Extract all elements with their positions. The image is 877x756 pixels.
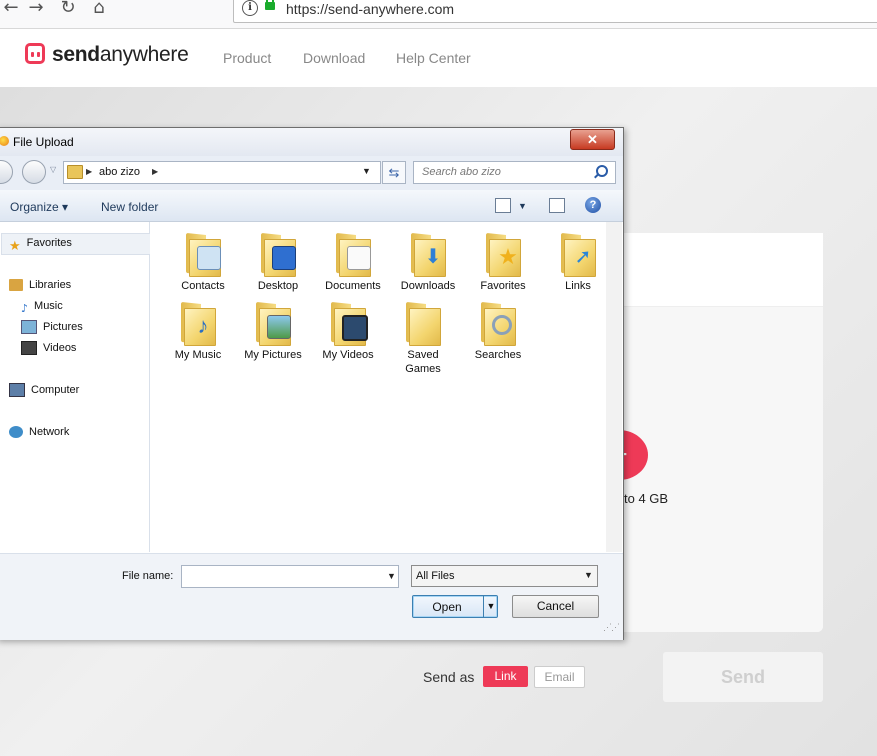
file-name-field[interactable]: ▼ bbox=[181, 565, 399, 588]
nav-item-music[interactable]: ♪ Music bbox=[21, 297, 63, 315]
nav-item-libraries[interactable]: Libraries bbox=[9, 276, 71, 294]
nav-item-network[interactable]: Network bbox=[9, 423, 69, 441]
file-item-documents[interactable]: Documents bbox=[316, 232, 390, 293]
view-options-icon[interactable] bbox=[495, 198, 511, 213]
address-bar[interactable]: i https://send-anywhere.com bbox=[233, 0, 877, 23]
file-item-my-music[interactable]: ♪ My Music bbox=[161, 301, 235, 362]
open-label[interactable]: Open bbox=[413, 600, 481, 614]
breadcrumb-item[interactable]: abo zizo bbox=[99, 166, 140, 178]
search-icon[interactable] bbox=[596, 165, 608, 177]
file-item-links[interactable]: ➚ Links bbox=[541, 232, 615, 293]
chevron-down-icon[interactable]: ▼ bbox=[362, 166, 371, 176]
dialog-navbar: ▽ ▶ abo zizo ▶ ▼ ⇆ Search abo zizo bbox=[0, 156, 623, 190]
navigation-pane: ★ Favorites Libraries ♪ Music Pictures Vid… bbox=[0, 222, 151, 552]
file-upload-dialog: File Upload ✕ ▽ ▶ abo zizo ▶ ▼ ⇆ Search … bbox=[0, 127, 624, 640]
nav-item-pictures[interactable]: Pictures bbox=[21, 318, 83, 336]
reload-icon[interactable]: ↻ bbox=[57, 0, 79, 19]
file-item-favorites[interactable]: ★ Favorites bbox=[466, 232, 540, 293]
file-item-searches[interactable]: Searches bbox=[461, 301, 535, 362]
dialog-toolbar: Organize ▾ New folder ▼ ? bbox=[0, 190, 623, 222]
browser-toolbar: ← → ↻ ⌂ i https://send-anywhere.com bbox=[0, 0, 877, 29]
history-dropdown-icon[interactable]: ▽ bbox=[50, 165, 56, 174]
dialog-footer: File name: ▼ All Files ▼ Open ▼ Cancel ⋰… bbox=[0, 553, 623, 640]
nav-item-videos[interactable]: Videos bbox=[21, 339, 76, 357]
preview-pane-icon[interactable] bbox=[549, 198, 565, 213]
card-header bbox=[618, 233, 823, 307]
url-text[interactable]: https://send-anywhere.com bbox=[286, 1, 454, 17]
file-item-desktop[interactable]: Desktop bbox=[241, 232, 315, 293]
send-as-label: Send as bbox=[423, 669, 475, 685]
contacts-folder-icon bbox=[183, 232, 223, 277]
back-icon[interactable] bbox=[0, 160, 13, 184]
folder-icon bbox=[67, 165, 83, 179]
chevron-down-icon[interactable]: ▼ bbox=[584, 570, 593, 580]
forward-icon[interactable] bbox=[22, 160, 46, 184]
chevron-down-icon[interactable]: ▼ bbox=[483, 596, 498, 617]
refresh-button[interactable]: ⇆ bbox=[382, 161, 406, 184]
resize-grip-icon[interactable]: ⋰⋰ bbox=[603, 622, 620, 633]
saved-games-folder-icon bbox=[403, 301, 443, 346]
nav-item-favorites[interactable]: ★ Favorites bbox=[9, 234, 72, 254]
file-item-saved-games[interactable]: Saved Games bbox=[386, 301, 460, 376]
star-icon: ★ bbox=[9, 238, 21, 254]
favorites-folder-icon: ★ bbox=[483, 232, 523, 277]
chevron-right-icon[interactable]: ▶ bbox=[152, 167, 158, 176]
help-icon[interactable]: ? bbox=[585, 197, 601, 213]
search-box[interactable]: Search abo zizo bbox=[413, 161, 616, 184]
links-folder-icon: ➚ bbox=[558, 232, 598, 277]
file-type-value[interactable]: All Files bbox=[416, 570, 455, 582]
chevron-right-icon[interactable]: ▶ bbox=[86, 167, 92, 176]
card-dropzone[interactable] bbox=[618, 307, 823, 632]
network-icon bbox=[9, 426, 23, 439]
file-item-my-videos[interactable]: My Videos bbox=[311, 301, 385, 362]
site-header: sendanywhere Product Download Help Cente… bbox=[0, 29, 877, 87]
info-icon[interactable]: i bbox=[242, 0, 258, 16]
nav-item-computer[interactable]: Computer bbox=[9, 381, 79, 399]
send-as-link-button[interactable]: Link bbox=[483, 666, 528, 687]
cancel-button[interactable]: Cancel bbox=[512, 595, 599, 618]
send-button[interactable]: Send bbox=[663, 652, 823, 702]
searches-folder-icon bbox=[478, 301, 518, 346]
pictures-folder-icon bbox=[253, 301, 293, 346]
music-icon: ♪ bbox=[21, 302, 29, 316]
videos-folder-icon bbox=[328, 301, 368, 346]
send-as-email-button[interactable]: Email bbox=[534, 666, 585, 688]
downloads-folder-icon: ⬇ bbox=[408, 232, 448, 277]
documents-folder-icon bbox=[333, 232, 373, 277]
pictures-icon bbox=[21, 320, 37, 335]
upload-card bbox=[618, 233, 823, 632]
firefox-icon bbox=[0, 136, 9, 146]
forward-icon[interactable]: → bbox=[25, 0, 47, 19]
file-name-label: File name: bbox=[122, 570, 174, 582]
back-icon[interactable]: ← bbox=[0, 0, 22, 19]
open-button[interactable]: Open ▼ bbox=[412, 595, 498, 618]
dialog-title: File Upload bbox=[13, 135, 74, 149]
upload-limit-text: to 4 GB bbox=[624, 491, 669, 506]
chevron-down-icon[interactable]: ▼ bbox=[387, 571, 396, 581]
nav-download[interactable]: Download bbox=[303, 50, 365, 66]
lock-icon bbox=[265, 0, 275, 10]
music-folder-icon: ♪ bbox=[178, 301, 218, 346]
close-button[interactable]: ✕ bbox=[570, 129, 615, 150]
desktop-folder-icon bbox=[258, 232, 298, 277]
dialog-titlebar[interactable]: File Upload ✕ bbox=[0, 128, 623, 156]
videos-icon bbox=[21, 341, 37, 356]
file-type-select[interactable]: All Files ▼ bbox=[411, 565, 598, 587]
breadcrumb-bar[interactable]: ▶ abo zizo ▶ ▼ bbox=[63, 161, 381, 184]
libraries-icon bbox=[9, 279, 23, 292]
home-icon[interactable]: ⌂ bbox=[88, 0, 110, 19]
chevron-down-icon[interactable]: ▼ bbox=[518, 201, 527, 211]
search-input[interactable]: Search abo zizo bbox=[422, 166, 501, 178]
file-item-downloads[interactable]: ⬇ Downloads bbox=[391, 232, 465, 293]
new-folder-button[interactable]: New folder bbox=[101, 200, 158, 214]
file-item-contacts[interactable]: Contacts bbox=[166, 232, 240, 293]
computer-icon bbox=[9, 383, 25, 398]
organize-menu[interactable]: Organize ▾ bbox=[10, 200, 68, 214]
logo-text[interactable]: sendanywhere bbox=[52, 43, 189, 67]
nav-help-center[interactable]: Help Center bbox=[396, 50, 471, 66]
logo-icon[interactable] bbox=[25, 43, 45, 64]
file-item-my-pictures[interactable]: My Pictures bbox=[236, 301, 310, 362]
nav-product[interactable]: Product bbox=[223, 50, 271, 66]
